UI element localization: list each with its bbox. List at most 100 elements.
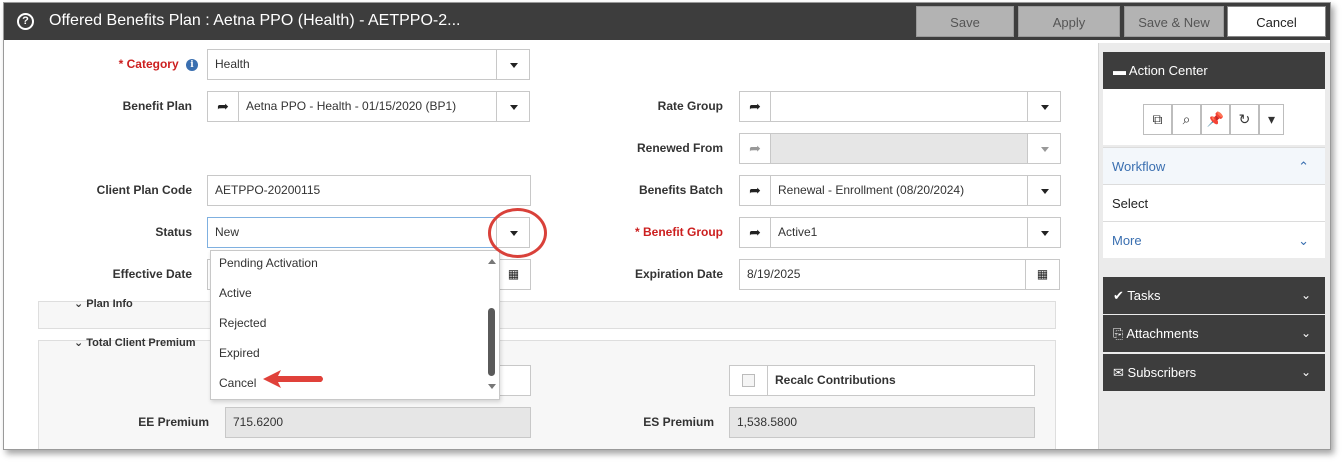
benefits-batch-label: Benefits Batch <box>638 183 723 197</box>
status-option-cancel[interactable]: Cancel <box>219 376 256 390</box>
status-label: Status <box>155 225 192 239</box>
status-option[interactable]: Rejected <box>219 316 266 330</box>
subscribers-title: Subscribers <box>1127 365 1197 380</box>
annotation-circle <box>488 208 547 258</box>
recalc-contributions-field: Recalc Contributions <box>729 365 1035 396</box>
caret-down-icon <box>1041 105 1049 110</box>
status-field[interactable]: New <box>207 217 497 248</box>
client-plan-code-label: Client Plan Code <box>96 183 192 197</box>
dialog-window: ? Offered Benefits Plan : Aetna PPO (Hea… <box>3 2 1331 450</box>
save-button[interactable]: Save <box>916 6 1014 37</box>
action-center-header: ▬ Action Center <box>1103 52 1325 89</box>
category-dropdown-button[interactable] <box>496 49 530 80</box>
renewed-from-link-button: ➦ <box>739 133 771 164</box>
recalc-label: Recalc Contributions <box>775 373 896 387</box>
caret-down-icon <box>1041 189 1049 194</box>
benefits-batch-link-button[interactable]: ➦ <box>739 175 771 206</box>
search-icon[interactable]: ⌕ <box>1172 104 1201 135</box>
rate-group-label: Rate Group <box>657 99 723 113</box>
category-field[interactable]: Health <box>207 49 497 80</box>
scroll-up-icon[interactable] <box>488 259 496 264</box>
required-mark: * <box>118 57 124 71</box>
share-arrow-icon: ➦ <box>749 98 761 114</box>
recalc-checkbox-cell <box>730 366 768 395</box>
workflow-select[interactable]: Select <box>1103 184 1325 221</box>
window-title: Offered Benefits Plan : Aetna PPO (Healt… <box>49 12 461 29</box>
benefits-batch-dropdown-button[interactable] <box>1027 175 1061 206</box>
chevron-down-icon: ⌄ <box>1300 326 1311 340</box>
workflow-more[interactable]: More ⌄ <box>1103 221 1325 258</box>
save-new-button[interactable]: Save & New <box>1124 6 1224 37</box>
action-center-title: Action Center <box>1128 63 1208 78</box>
paperclip-icon: ⎘ <box>1113 326 1124 341</box>
attachments-title: Attachments <box>1126 326 1199 341</box>
chevron-down-icon: ⌄ <box>74 298 84 310</box>
envelope-icon: ✉ <box>1113 365 1124 380</box>
expiration-date-field[interactable]: 8/19/2025 <box>739 259 1026 290</box>
plan-info-title: Plan Info <box>86 298 133 310</box>
renewed-from-field <box>770 133 1028 164</box>
effective-date-label: Effective Date <box>112 267 192 281</box>
workflow-more-label: More <box>1112 233 1142 248</box>
benefit-plan-dropdown-button[interactable] <box>496 91 530 122</box>
attachments-header[interactable]: ⎘ Attachments ⌄ <box>1103 315 1325 352</box>
scroll-down-icon[interactable] <box>488 384 496 389</box>
status-option[interactable]: Active <box>219 286 252 300</box>
chevron-down-icon: ⌄ <box>1298 233 1309 248</box>
benefit-group-label: * Benefit Group <box>604 225 723 239</box>
status-option[interactable]: Pending Activation <box>219 256 318 270</box>
expiration-date-label: Expiration Date <box>634 267 723 281</box>
renewed-from-dropdown-button <box>1027 133 1061 164</box>
action-center-panel: ▬ Action Center ⧉ ⌕ 📌 ↻ ▾ Workflow ⌃ Sel… <box>1098 43 1330 449</box>
help-icon[interactable]: ? <box>17 13 34 30</box>
tasks-title: Tasks <box>1127 288 1161 303</box>
chevron-down-icon: ⌄ <box>74 337 84 349</box>
tasks-header[interactable]: ✔ Tasks ⌄ <box>1103 277 1325 314</box>
status-dropdown-list[interactable]: Pending Activation Active Rejected Expir… <box>210 250 500 400</box>
recalc-checkbox[interactable] <box>742 374 755 387</box>
total-client-premium-toggle[interactable]: ⌄ Total Client Premium <box>74 336 195 349</box>
status-option[interactable]: Expired <box>219 346 260 360</box>
pin-icon[interactable]: 📌 <box>1201 104 1230 135</box>
caret-down-icon <box>1041 231 1049 236</box>
share-arrow-icon: ➦ <box>749 224 761 240</box>
share-arrow-icon: ➦ <box>749 182 761 198</box>
chevron-down-icon[interactable]: ▾ <box>1259 104 1284 135</box>
renewed-from-label: Renewed From <box>636 141 723 155</box>
calendar-icon[interactable]: ▦ <box>496 259 531 290</box>
ee-premium-label: EE Premium <box>138 415 209 429</box>
category-label-text: Category <box>126 57 179 71</box>
rate-group-link-button[interactable]: ➦ <box>739 91 771 122</box>
caret-down-icon <box>510 63 518 68</box>
external-link-icon[interactable]: ⧉ <box>1143 104 1172 135</box>
subscribers-header[interactable]: ✉ Subscribers ⌄ <box>1103 354 1325 391</box>
info-icon[interactable]: i <box>186 59 198 71</box>
ee-premium-field: 715.6200 <box>225 407 531 438</box>
check-icon: ✔ <box>1113 288 1124 303</box>
chevron-down-icon: ⌄ <box>1300 365 1311 379</box>
cancel-button[interactable]: Cancel <box>1227 6 1326 37</box>
benefit-plan-field[interactable]: Aetna PPO - Health - 01/15/2020 (BP1) <box>238 91 497 122</box>
workflow-header[interactable]: Workflow ⌃ <box>1103 147 1325 184</box>
refresh-icon[interactable]: ↻ <box>1230 104 1259 135</box>
rate-group-field[interactable] <box>770 91 1028 122</box>
share-arrow-icon: ➦ <box>217 98 229 114</box>
benefit-plan-link-button[interactable]: ➦ <box>207 91 239 122</box>
plan-info-toggle[interactable]: ⌄ Plan Info <box>74 297 133 310</box>
workflow-title: Workflow <box>1112 159 1166 174</box>
es-premium-field: 1,538.5800 <box>729 407 1035 438</box>
benefit-group-dropdown-button[interactable] <box>1027 217 1061 248</box>
annotation-arrow <box>263 370 323 388</box>
calendar-icon[interactable]: ▦ <box>1025 259 1060 290</box>
client-plan-code-field[interactable]: AETPPO-20200115 <box>207 175 531 206</box>
benefit-group-field[interactable]: Active1 <box>770 217 1028 248</box>
list-icon: ▬ <box>1113 63 1126 78</box>
benefits-batch-field[interactable]: Renewal - Enrollment (08/20/2024) <box>770 175 1028 206</box>
scrollbar-thumb[interactable] <box>488 308 495 376</box>
rate-group-dropdown-button[interactable] <box>1027 91 1061 122</box>
category-label: * Category i <box>84 57 198 71</box>
es-premium-label: ES Premium <box>643 415 714 429</box>
plan-info-section <box>38 301 1056 329</box>
apply-button[interactable]: Apply <box>1018 6 1120 37</box>
benefit-group-link-button[interactable]: ➦ <box>739 217 771 248</box>
